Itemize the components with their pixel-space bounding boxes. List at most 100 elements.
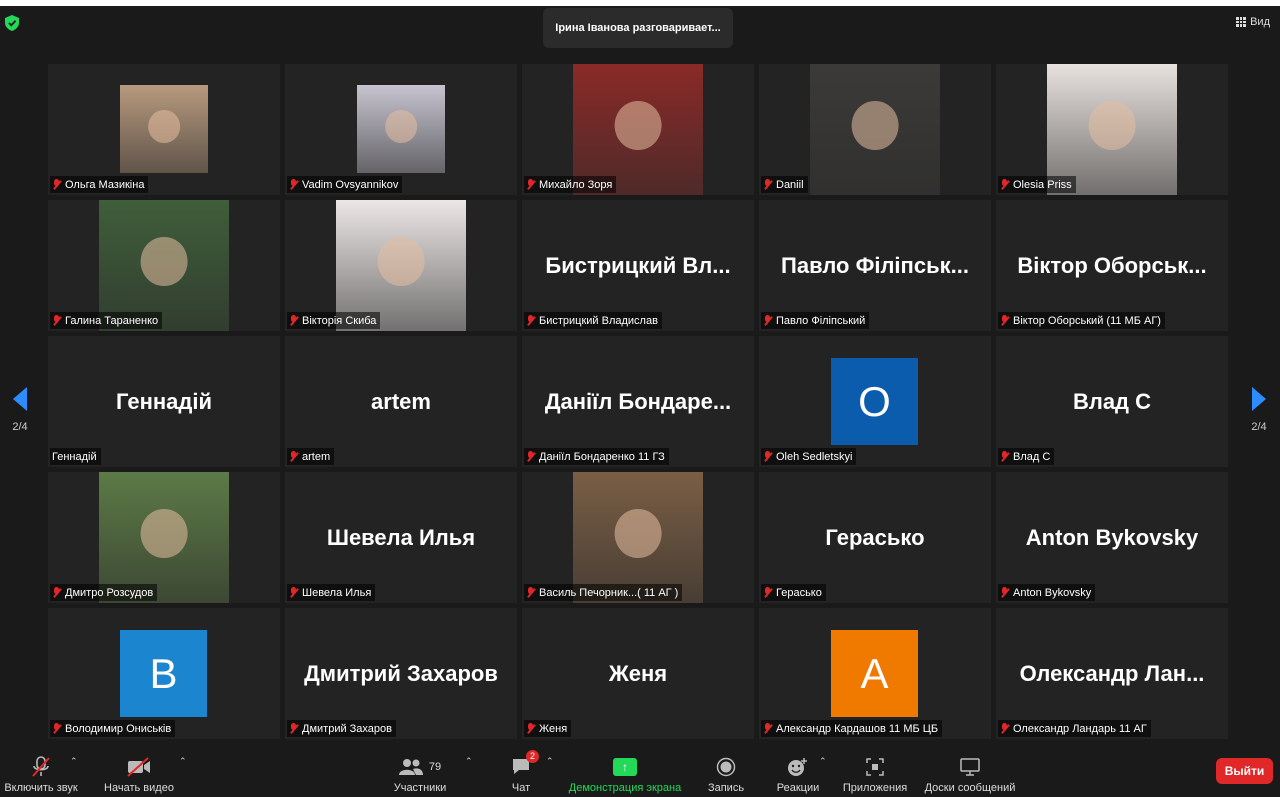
start-video-button[interactable]: Начать видео: [102, 742, 176, 797]
camera-off-icon: [127, 757, 150, 777]
participant-tile[interactable]: Шевела Илья Шевела Илья: [285, 472, 517, 603]
participant-face: [377, 236, 425, 287]
participant-tile[interactable]: Дмитро Розсудов: [48, 472, 280, 603]
muted-mic-icon: [52, 179, 61, 190]
participant-name-label: Шевела Илья: [287, 584, 376, 601]
whiteboard-icon: [960, 758, 980, 776]
participant-name-label: Бистрицкий Владислав: [524, 312, 662, 329]
muted-mic-icon: [1000, 723, 1009, 734]
participant-display-name-text: Олександр Лан...: [1019, 660, 1205, 686]
record-label: Запись: [707, 782, 745, 794]
muted-mic-icon: [526, 315, 535, 326]
participant-avatar: B: [120, 630, 207, 717]
muted-mic-icon: [763, 315, 772, 326]
previous-page-button[interactable]: 2/4: [6, 387, 34, 433]
participant-name-label: Михайло Зоря: [524, 176, 617, 193]
participant-tile[interactable]: Герасько Герасько: [759, 472, 991, 603]
participants-icon: [398, 759, 423, 775]
video-options-caret-icon[interactable]: ⌃: [179, 756, 187, 767]
participant-display-name-text: Віктор Оборськ...: [1017, 252, 1207, 278]
participant-tile[interactable]: Дмитрий Захаров Дмитрий Захаров: [285, 608, 517, 739]
participant-name: Шевела Илья: [302, 586, 372, 599]
muted-mic-icon: [52, 723, 61, 734]
participant-tile[interactable]: Василь Печорник...( 11 АГ ): [522, 472, 754, 603]
participant-tile[interactable]: Михайло Зоря: [522, 64, 754, 195]
microphone-muted-icon: [32, 756, 50, 777]
participant-name-label: Дмитро Розсудов: [50, 584, 158, 601]
participant-tile[interactable]: B Володимир Ониськів: [48, 608, 280, 739]
participant-photo: [357, 85, 445, 173]
participant-tile[interactable]: Olesia Priss: [996, 64, 1228, 195]
muted-mic-icon: [289, 723, 298, 734]
participants-label: Участники: [393, 782, 447, 794]
participant-avatar: O: [831, 358, 918, 445]
participant-tile[interactable]: Геннадій Геннадій: [48, 336, 280, 467]
participant-tile[interactable]: A Александр Кардашов 11 МБ ЦБ: [759, 608, 991, 739]
participant-tile[interactable]: Влад С Влад С: [996, 336, 1228, 467]
record-button[interactable]: Запись: [704, 742, 748, 797]
view-label: Вид: [1250, 16, 1270, 28]
participant-tile[interactable]: Галина Тараненко: [48, 200, 280, 331]
participant-name: Daniil: [776, 178, 804, 191]
arrow-right-icon: [1252, 387, 1266, 411]
participant-name-label: Вікторія Скиба: [287, 312, 381, 329]
participant-tile[interactable]: Бистрицкий Вл... Бистрицкий Владислав: [522, 200, 754, 331]
participant-name-label: Герасько: [761, 584, 826, 601]
participant-tile[interactable]: Ольга Мазикіна: [48, 64, 280, 195]
participant-tile[interactable]: Віктор Оборськ... Віктор Оборський (11 МБ…: [996, 200, 1228, 331]
apps-button[interactable]: Приложения: [840, 742, 910, 797]
leave-meeting-button[interactable]: Выйти: [1216, 758, 1273, 784]
share-screen-button[interactable]: ↑ Демонстрация экрана: [566, 742, 684, 797]
participant-face: [140, 236, 188, 287]
muted-mic-icon: [763, 451, 772, 462]
participant-display-name-text: Anton Bykovsky: [1025, 524, 1199, 550]
audio-options-caret-icon[interactable]: ⌃: [70, 756, 78, 767]
participant-display-name-text: Женя: [608, 660, 668, 686]
page-indicator-right: 2/4: [1251, 421, 1267, 433]
security-shield-icon[interactable]: [5, 15, 19, 31]
muted-mic-icon: [52, 587, 61, 598]
window-top-edge: [0, 0, 1280, 6]
participant-tile[interactable]: Daniil: [759, 64, 991, 195]
next-page-button[interactable]: 2/4: [1245, 387, 1273, 433]
participant-tile[interactable]: Даніїл Бондаре... Даніїл Бондаренко 11 ГЗ: [522, 336, 754, 467]
participant-name: Влад С: [1013, 450, 1051, 463]
participant-name-label: artem: [287, 448, 335, 465]
participant-name: artem: [302, 450, 331, 463]
participant-tile[interactable]: Павло Філіпськ... Павло Філіпський: [759, 200, 991, 331]
whiteboards-button[interactable]: Доски сообщений: [922, 742, 1018, 797]
participant-tile[interactable]: O Oleh Sedletskyi: [759, 336, 991, 467]
participant-display-name-text: Даніїл Бондаре...: [544, 388, 732, 414]
reactions-caret-icon[interactable]: ⌃: [819, 756, 827, 767]
participant-tile[interactable]: Vadim Ovsyannikov: [285, 64, 517, 195]
participant-name: Vadim Ovsyannikov: [302, 178, 399, 191]
reactions-button[interactable]: Реакции: [774, 742, 822, 797]
chat-label: Чат: [511, 782, 531, 794]
participant-display-name-text: Шевела Илья: [326, 524, 476, 550]
participant-tile[interactable]: Anton Bykovsky Anton Bykovsky: [996, 472, 1228, 603]
participant-tile[interactable]: Вікторія Скиба: [285, 200, 517, 331]
chat-caret-icon[interactable]: ⌃: [546, 756, 554, 767]
participant-name-label: Daniil: [761, 176, 808, 193]
muted-mic-icon: [1000, 315, 1009, 326]
participant-name: Павло Філіпський: [776, 314, 866, 327]
record-icon: [716, 757, 736, 777]
participant-tile[interactable]: artem artem: [285, 336, 517, 467]
participant-face: [148, 109, 180, 144]
participants-caret-icon[interactable]: ⌃: [465, 756, 473, 767]
participant-tile[interactable]: Женя Женя: [522, 608, 754, 739]
muted-mic-icon: [526, 723, 535, 734]
unmute-button[interactable]: Включить звук: [4, 742, 78, 797]
participant-name-label: Vadim Ovsyannikov: [287, 176, 403, 193]
participant-face: [614, 100, 662, 151]
start-video-label: Начать видео: [104, 782, 174, 794]
view-button[interactable]: Вид: [1236, 16, 1270, 28]
participant-name-label: Anton Bykovsky: [998, 584, 1096, 601]
participant-display-name-text: Дмитрий Захаров: [304, 660, 498, 686]
participant-name: Олександр Ландарь 11 АГ: [1013, 722, 1147, 735]
participant-tile[interactable]: Олександр Лан... Олександр Ландарь 11 АГ: [996, 608, 1228, 739]
participants-button[interactable]: 79 Участники: [388, 742, 452, 797]
participant-avatar: A: [831, 630, 918, 717]
share-screen-icon: ↑: [613, 758, 637, 776]
chat-button[interactable]: 2 Чат: [505, 742, 539, 797]
